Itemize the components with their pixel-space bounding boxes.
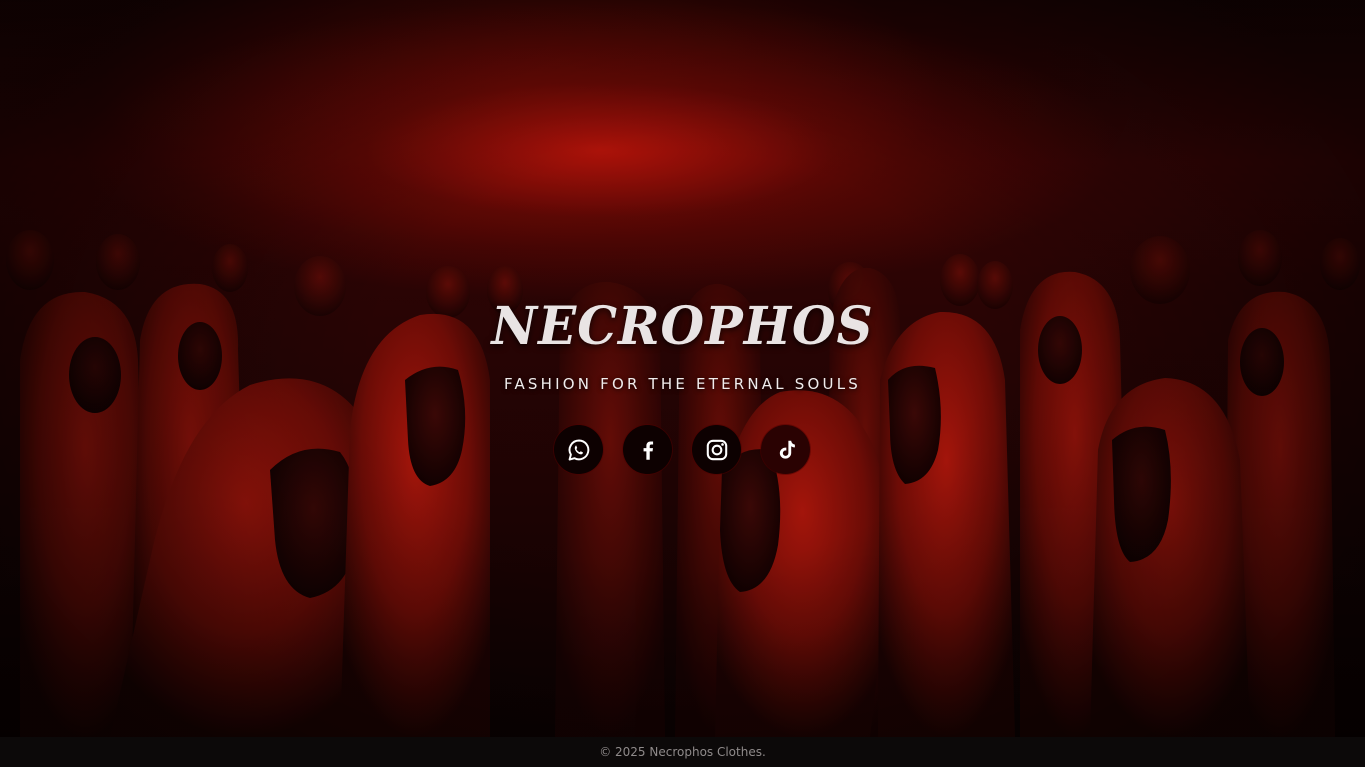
page: NECROPHOS FASHION FOR THE ETERNAL SOULS: [0, 0, 1365, 767]
brand-logo: NECROPHOS: [491, 294, 874, 357]
facebook-icon: [643, 440, 653, 460]
social-links: [554, 425, 810, 475]
tiktok-button[interactable]: [761, 425, 810, 474]
instagram-icon: [706, 439, 727, 460]
hero-content: NECROPHOS FASHION FOR THE ETERNAL SOULS: [0, 0, 1365, 737]
facebook-button[interactable]: [623, 425, 672, 474]
whatsapp-button[interactable]: [554, 425, 603, 474]
tiktok-icon: [779, 440, 795, 459]
instagram-button[interactable]: [692, 425, 741, 474]
copyright-text: © 2025 Necrophos Clothes.: [599, 745, 766, 759]
footer: © 2025 Necrophos Clothes.: [0, 737, 1365, 767]
whatsapp-icon: [568, 438, 589, 461]
brand-tagline: FASHION FOR THE ETERNAL SOULS: [504, 375, 861, 393]
